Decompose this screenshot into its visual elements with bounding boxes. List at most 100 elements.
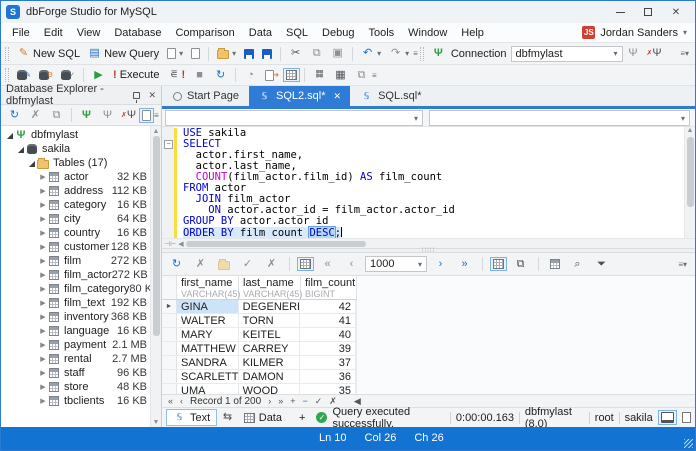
expand-icon[interactable]: ▶: [38, 257, 48, 265]
tree-item-inventory[interactable]: ▶ inventory 368 KB: [1, 310, 161, 324]
cell[interactable]: WOOD: [239, 384, 301, 394]
cell[interactable]: MATTHEW: [177, 342, 239, 355]
append-record-icon[interactable]: +: [290, 396, 295, 406]
cell[interactable]: SCARLETT: [177, 370, 239, 383]
cell[interactable]: 40: [300, 328, 356, 341]
menu-item-tools[interactable]: Tools: [361, 25, 401, 41]
close-tab-icon[interactable]: ✕: [334, 91, 342, 102]
expand-icon[interactable]: ▶: [38, 173, 48, 181]
table-row[interactable]: MARY KEITEL 40: [162, 328, 357, 342]
cell[interactable]: SANDRA: [177, 356, 239, 369]
cell[interactable]: 39: [300, 342, 356, 355]
new-query-button[interactable]: ▤ New Query: [85, 46, 162, 61]
table-row[interactable]: UMA WOOD 35: [162, 384, 357, 394]
paste-button[interactable]: ▣: [328, 46, 347, 61]
cell[interactable]: KILMER: [239, 356, 301, 369]
expand-icon[interactable]: ▶: [38, 383, 48, 391]
expand-icon[interactable]: ▶: [38, 243, 48, 251]
query-profiler-button[interactable]: ◔: [241, 68, 260, 83]
cell[interactable]: 37: [300, 356, 356, 369]
undo-button[interactable]: ↶ ▾: [358, 46, 384, 61]
database-admin-button[interactable]: ⚙: [36, 69, 56, 81]
toolbar-grip[interactable]: [5, 68, 9, 82]
cell[interactable]: 41: [300, 314, 356, 327]
delete-record-icon[interactable]: −: [302, 396, 307, 406]
table-row[interactable]: ►GINADEGENERES42: [162, 300, 357, 314]
cell[interactable]: KEITEL: [239, 328, 301, 341]
stop-button[interactable]: ■: [190, 68, 209, 83]
column-header-first_name[interactable]: first_name VARCHAR(45): [177, 276, 240, 299]
tree-item-payment[interactable]: ▶ payment 2.1 MB: [1, 338, 161, 352]
cell[interactable]: 35: [300, 384, 356, 394]
expand-icon[interactable]: ▶: [38, 285, 48, 293]
cell[interactable]: CARREY: [239, 342, 301, 355]
text-view-tab[interactable]: 𝕊 Text: [166, 409, 218, 426]
pin-icon[interactable]: [133, 91, 141, 103]
tree-item-customer[interactable]: ▶ customer 128 KB: [1, 240, 161, 254]
tree-item-category[interactable]: ▶ category 16 KB: [1, 198, 161, 212]
grid-view-toggle[interactable]: [490, 257, 507, 271]
minimize-button[interactable]: [614, 6, 626, 18]
properties-button[interactable]: ⧉: [47, 108, 66, 123]
tree-item-tbclients[interactable]: ▶ tbclients 16 KB: [1, 394, 161, 408]
menu-item-file[interactable]: File: [5, 25, 37, 41]
table-row[interactable]: MATTHEW CARREY 39: [162, 342, 357, 356]
scroll-left-icon[interactable]: ◀: [178, 240, 183, 248]
explorer-scrollbar[interactable]: ▲ ▼: [150, 126, 161, 427]
export-results-button[interactable]: ➜: [262, 69, 282, 82]
menu-item-window[interactable]: Window: [401, 25, 454, 41]
expand-icon[interactable]: ▶: [38, 397, 48, 405]
tree-item-actor[interactable]: ▶ actor 32 KB: [1, 170, 161, 184]
new-sql-button[interactable]: ✎ New SQL: [14, 46, 83, 61]
run-button[interactable]: ▶: [89, 68, 108, 83]
results-overflow-icon[interactable]: ≡▾: [678, 260, 691, 269]
cancel-changes-button[interactable]: ✗: [262, 257, 281, 272]
tree-item-film-text[interactable]: ▶ film_text 192 KB: [1, 296, 161, 310]
tree-item-language[interactable]: ▶ language 16 KB: [1, 324, 161, 338]
refresh-button[interactable]: ↻: [5, 108, 24, 123]
table-row[interactable]: SCARLETT DAMON 36: [162, 370, 357, 384]
toolbar-overflow-icon[interactable]: ≡: [413, 49, 418, 58]
expand-icon[interactable]: ▶: [38, 187, 48, 195]
last-page-button[interactable]: »: [455, 257, 474, 272]
cell[interactable]: 36: [300, 370, 356, 383]
cell[interactable]: DAMON: [239, 370, 301, 383]
resize-grip[interactable]: [684, 439, 693, 448]
refresh-objects-toggle[interactable]: [139, 107, 154, 123]
toolbar-grip[interactable]: [5, 46, 9, 61]
tree-item-film[interactable]: ▶ film 272 KB: [1, 254, 161, 268]
page-size-combobox[interactable]: 1000 ▾: [365, 256, 427, 272]
expand-icon[interactable]: ▶: [38, 341, 48, 349]
close-panel-icon[interactable]: ✕: [148, 90, 156, 101]
explorer-disconnect-button[interactable]: ✗ Ψ: [119, 108, 138, 123]
member-combobox[interactable]: ▾: [429, 110, 690, 126]
tree-item-rental[interactable]: ▶ rental 2.7 MB: [1, 352, 161, 366]
toolbar-overflow-icon[interactable]: ≡: [372, 71, 377, 80]
maximize-button[interactable]: [642, 6, 654, 18]
cell[interactable]: DEGENERES: [239, 300, 301, 313]
expand-icon[interactable]: ▶: [38, 229, 48, 237]
sql-editor[interactable]: − USE sakila SELECT actor.first_name, act…: [162, 127, 695, 238]
open-file-button[interactable]: ▾: [214, 47, 239, 60]
expand-icon[interactable]: ▶: [38, 369, 48, 377]
save-button[interactable]: [241, 48, 257, 60]
database-check-button[interactable]: ✓: [58, 69, 78, 81]
add-view-button[interactable]: +: [293, 411, 311, 425]
expand-icon[interactable]: ▶: [38, 215, 48, 223]
scroll-up-icon[interactable]: ▲: [153, 126, 160, 136]
expand-icon[interactable]: ▶: [38, 327, 48, 335]
history-button[interactable]: ↻: [211, 68, 230, 83]
code-line[interactable]: COUNT(film_actor.film_id) AS film_count: [183, 172, 684, 183]
new-connection-button[interactable]: Ψ: [429, 46, 448, 61]
card-view-button[interactable]: ⧉: [511, 257, 530, 272]
table-row[interactable]: WALTER TORN 41: [162, 314, 357, 328]
prev-record-icon[interactable]: ‹: [180, 396, 183, 406]
next-record-icon[interactable]: ›: [268, 396, 271, 406]
connection-combobox[interactable]: dbfmylast ▾: [510, 45, 623, 62]
editor-vscrollbar[interactable]: ▲: [684, 127, 695, 238]
cell[interactable]: TORN: [239, 314, 301, 327]
screen-mode-toggle[interactable]: [657, 410, 677, 425]
delete-button[interactable]: ✗: [26, 108, 45, 123]
column-header-button[interactable]: [547, 258, 563, 270]
window-mode-icon[interactable]: [681, 412, 691, 423]
